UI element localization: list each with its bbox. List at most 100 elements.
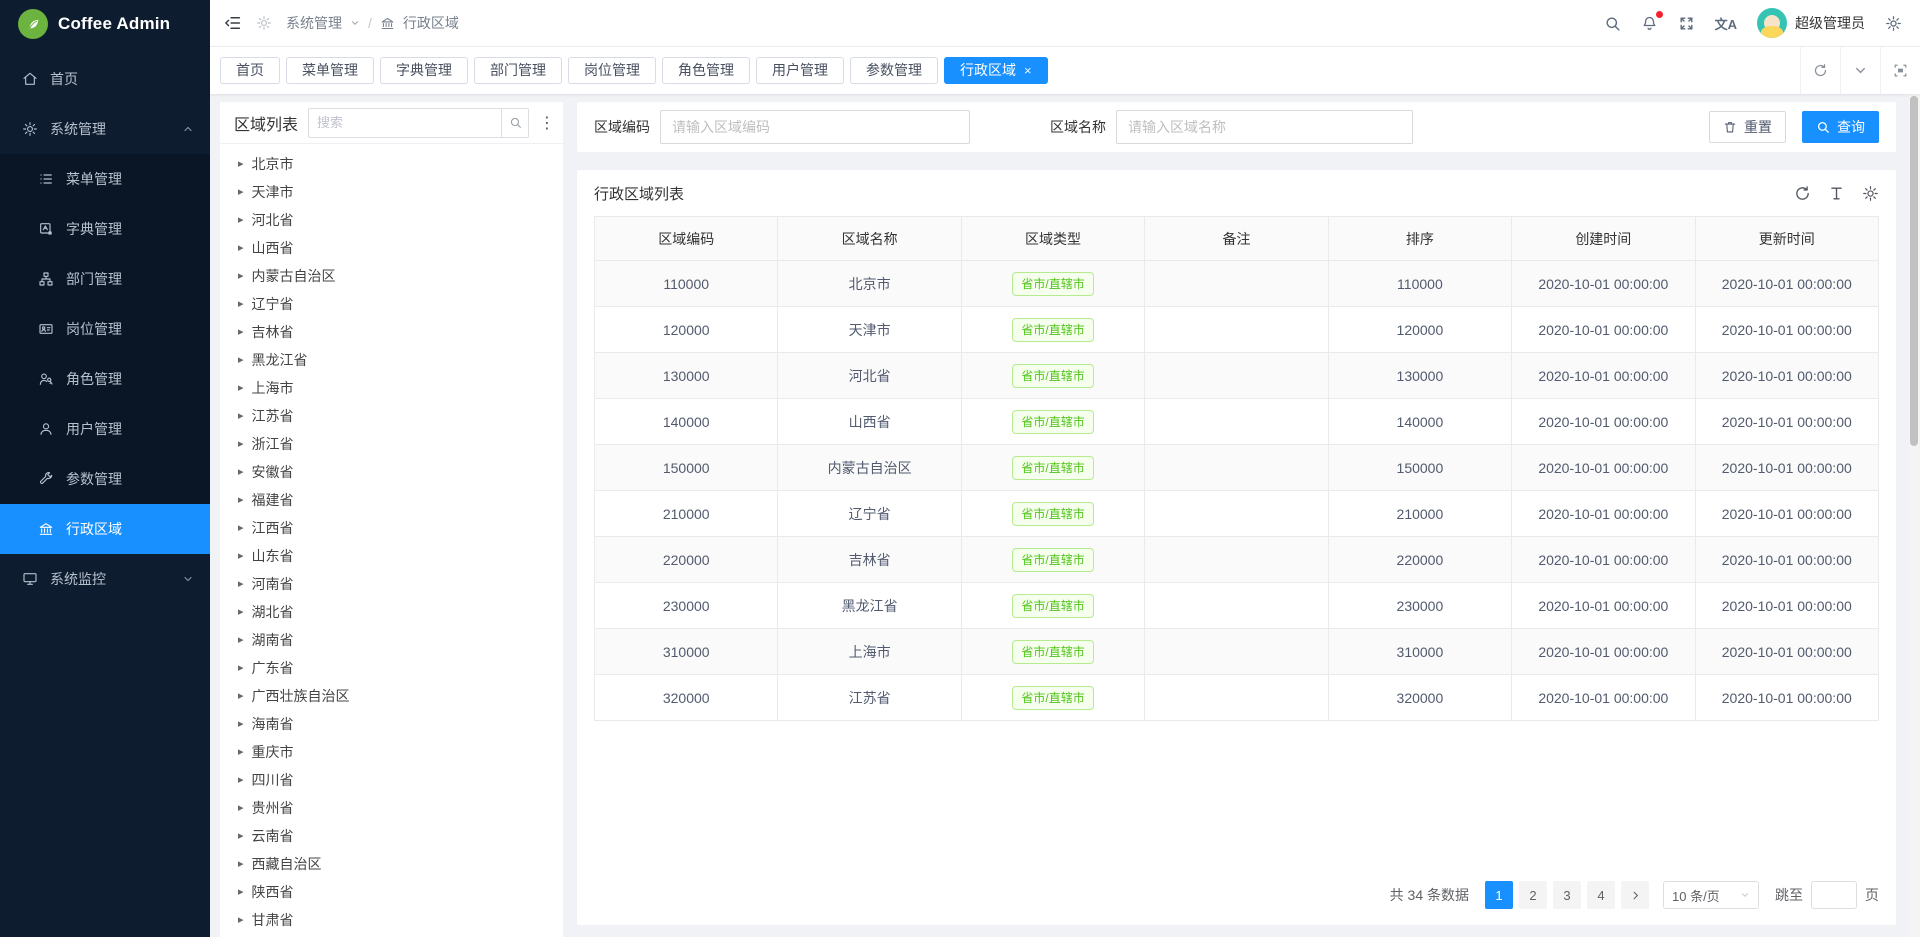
caret-right-icon[interactable]: ▸ bbox=[238, 355, 244, 366]
table-row[interactable]: 220000吉林省省市/直辖市2200002020-10-01 00:00:00… bbox=[595, 537, 1879, 583]
caret-right-icon[interactable]: ▸ bbox=[238, 719, 244, 730]
caret-right-icon[interactable]: ▸ bbox=[238, 607, 244, 618]
tree-item[interactable]: ▸广西壮族自治区 bbox=[220, 682, 563, 710]
tree-item[interactable]: ▸重庆市 bbox=[220, 738, 563, 766]
table-row[interactable]: 120000天津市省市/直辖市1200002020-10-01 00:00:00… bbox=[595, 307, 1879, 353]
tree-item[interactable]: ▸福建省 bbox=[220, 486, 563, 514]
tab[interactable]: 用户管理 bbox=[756, 57, 844, 84]
tab[interactable]: 首页 bbox=[220, 57, 280, 84]
caret-right-icon[interactable]: ▸ bbox=[238, 775, 244, 786]
caret-right-icon[interactable]: ▸ bbox=[238, 747, 244, 758]
tab[interactable]: 参数管理 bbox=[850, 57, 938, 84]
sidebar-item-post-management[interactable]: 岗位管理 bbox=[0, 304, 210, 354]
tree-item[interactable]: ▸河北省 bbox=[220, 206, 563, 234]
tree-item[interactable]: ▸辽宁省 bbox=[220, 290, 563, 318]
caret-right-icon[interactable]: ▸ bbox=[238, 523, 244, 534]
caret-right-icon[interactable]: ▸ bbox=[238, 271, 244, 282]
table-row[interactable]: 210000辽宁省省市/直辖市2100002020-10-01 00:00:00… bbox=[595, 491, 1879, 537]
caret-right-icon[interactable]: ▸ bbox=[238, 495, 244, 506]
page-button-2[interactable]: 2 bbox=[1519, 881, 1547, 909]
sidebar-item-home[interactable]: 首页 bbox=[0, 54, 210, 104]
sidebar-item-menu-management[interactable]: 菜单管理 bbox=[0, 154, 210, 204]
next-page-button[interactable] bbox=[1621, 881, 1649, 909]
sidebar-item-system-monitor[interactable]: 系统监控 bbox=[0, 554, 210, 604]
settings-gear-icon[interactable] bbox=[1885, 15, 1902, 32]
tab[interactable]: 岗位管理 bbox=[568, 57, 656, 84]
tree-search-input[interactable] bbox=[308, 108, 501, 138]
breadcrumb-group[interactable]: 系统管理 bbox=[286, 13, 342, 33]
tree-item[interactable]: ▸北京市 bbox=[220, 150, 563, 178]
tree-item[interactable]: ▸吉林省 bbox=[220, 318, 563, 346]
tree-item[interactable]: ▸贵州省 bbox=[220, 794, 563, 822]
tree-item[interactable]: ▸广东省 bbox=[220, 654, 563, 682]
caret-right-icon[interactable]: ▸ bbox=[238, 859, 244, 870]
tree-item[interactable]: ▸天津市 bbox=[220, 178, 563, 206]
tab[interactable]: 部门管理 bbox=[474, 57, 562, 84]
refresh-icon[interactable] bbox=[1800, 47, 1840, 94]
caret-right-icon[interactable]: ▸ bbox=[238, 579, 244, 590]
page-button-1[interactable]: 1 bbox=[1485, 881, 1513, 909]
reset-button[interactable]: 重置 bbox=[1709, 111, 1786, 143]
page-button-3[interactable]: 3 bbox=[1553, 881, 1581, 909]
tab[interactable]: 菜单管理 bbox=[286, 57, 374, 84]
sidebar-item-region[interactable]: 行政区域 bbox=[0, 504, 210, 554]
caret-right-icon[interactable]: ▸ bbox=[238, 915, 244, 926]
table-row[interactable]: 140000山西省省市/直辖市1400002020-10-01 00:00:00… bbox=[595, 399, 1879, 445]
caret-right-icon[interactable]: ▸ bbox=[238, 159, 244, 170]
caret-right-icon[interactable]: ▸ bbox=[238, 831, 244, 842]
caret-right-icon[interactable]: ▸ bbox=[238, 803, 244, 814]
table-row[interactable]: 230000黑龙江省省市/直辖市2300002020-10-01 00:00:0… bbox=[595, 583, 1879, 629]
tab[interactable]: 字典管理 bbox=[380, 57, 468, 84]
caret-right-icon[interactable]: ▸ bbox=[238, 299, 244, 310]
sidebar-item-dictionary-management[interactable]: 字典管理 bbox=[0, 204, 210, 254]
tree-search-button[interactable] bbox=[501, 108, 529, 138]
close-icon[interactable]: × bbox=[1024, 64, 1032, 77]
caret-right-icon[interactable]: ▸ bbox=[238, 383, 244, 394]
caret-right-icon[interactable]: ▸ bbox=[238, 243, 244, 254]
tree-item[interactable]: ▸陕西省 bbox=[220, 878, 563, 906]
caret-right-icon[interactable]: ▸ bbox=[238, 187, 244, 198]
tree-item[interactable]: ▸江西省 bbox=[220, 514, 563, 542]
tree-item[interactable]: ▸浙江省 bbox=[220, 430, 563, 458]
tree-item[interactable]: ▸上海市 bbox=[220, 374, 563, 402]
vertical-scrollbar[interactable] bbox=[1908, 94, 1920, 937]
tree-item[interactable]: ▸湖北省 bbox=[220, 598, 563, 626]
sidebar-fold-icon[interactable] bbox=[224, 14, 242, 32]
content-fullscreen-icon[interactable] bbox=[1880, 47, 1920, 94]
tree-item[interactable]: ▸西藏自治区 bbox=[220, 850, 563, 878]
user-menu[interactable]: 超级管理员 bbox=[1757, 8, 1865, 38]
sidebar-item-department-management[interactable]: 部门管理 bbox=[0, 254, 210, 304]
tree-item[interactable]: ▸山东省 bbox=[220, 542, 563, 570]
page-size-select[interactable]: 10 条/页 bbox=[1663, 881, 1759, 909]
refresh-icon[interactable] bbox=[1794, 185, 1811, 202]
sidebar-item-user-management[interactable]: 用户管理 bbox=[0, 404, 210, 454]
caret-right-icon[interactable]: ▸ bbox=[238, 635, 244, 646]
row-density-icon[interactable] bbox=[1828, 185, 1845, 202]
table-row[interactable]: 150000内蒙古自治区省市/直辖市1500002020-10-01 00:00… bbox=[595, 445, 1879, 491]
tree-item[interactable]: ▸安徽省 bbox=[220, 458, 563, 486]
caret-right-icon[interactable]: ▸ bbox=[238, 691, 244, 702]
jump-page-input[interactable] bbox=[1811, 881, 1857, 909]
caret-right-icon[interactable]: ▸ bbox=[238, 663, 244, 674]
search-button[interactable]: 查询 bbox=[1802, 111, 1879, 143]
tree-item[interactable]: ▸四川省 bbox=[220, 766, 563, 794]
tree-item[interactable]: ▸江苏省 bbox=[220, 402, 563, 430]
fullscreen-icon[interactable] bbox=[1678, 15, 1695, 32]
table-row[interactable]: 110000北京市省市/直辖市1100002020-10-01 00:00:00… bbox=[595, 261, 1879, 307]
tree-item[interactable]: ▸湖南省 bbox=[220, 626, 563, 654]
region-code-input[interactable] bbox=[660, 110, 970, 144]
search-icon[interactable] bbox=[1604, 15, 1621, 32]
tree-item[interactable]: ▸河南省 bbox=[220, 570, 563, 598]
notification-bell-icon[interactable] bbox=[1641, 15, 1658, 32]
table-row[interactable]: 310000上海市省市/直辖市3100002020-10-01 00:00:00… bbox=[595, 629, 1879, 675]
page-button-4[interactable]: 4 bbox=[1587, 881, 1615, 909]
tree-item[interactable]: ▸内蒙古自治区 bbox=[220, 262, 563, 290]
tab-active-region[interactable]: 行政区域 × bbox=[944, 57, 1048, 84]
sidebar-item-system-management[interactable]: 系统管理 bbox=[0, 104, 210, 154]
tree-item[interactable]: ▸云南省 bbox=[220, 822, 563, 850]
tree-item[interactable]: ▸黑龙江省 bbox=[220, 346, 563, 374]
scrollbar-thumb[interactable] bbox=[1910, 96, 1918, 446]
more-options-icon[interactable]: ⋮ bbox=[539, 113, 555, 133]
tree-item[interactable]: ▸甘肃省 bbox=[220, 906, 563, 934]
table-row[interactable]: 320000江苏省省市/直辖市3200002020-10-01 00:00:00… bbox=[595, 675, 1879, 721]
